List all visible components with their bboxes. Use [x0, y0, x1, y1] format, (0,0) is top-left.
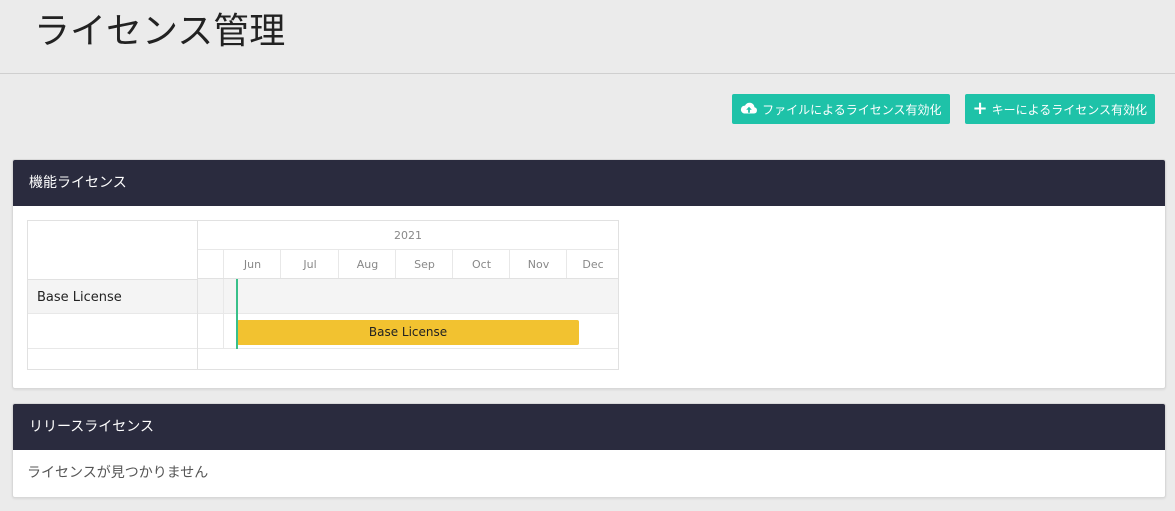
gantt-month-nov: Nov [509, 250, 567, 278]
cloud-upload-icon [740, 102, 758, 116]
empty-state-text: ライセンスが見つかりません [27, 465, 209, 481]
release-license-panel: リリースライセンス ライセンスが見つかりません [12, 403, 1166, 498]
license-gantt-chart: Base License 2021 Jun Jul Aug Sep Oct Nov Dec … [27, 220, 619, 370]
gantt-bar-base-license[interactable]: Base License [237, 320, 579, 345]
activate-by-key-button[interactable]: + キーによるライセンス有効化 [964, 94, 1155, 124]
gantt-label-column: Base License [28, 221, 198, 369]
gantt-divider [223, 279, 224, 349]
gantt-year-header: 2021 [198, 221, 618, 250]
toolbar: ファイルによるライセンス有効化 + キーによるライセンス有効化 [732, 94, 1155, 124]
activate-by-file-label: ファイルによるライセンス有効化 [762, 102, 942, 117]
gantt-today-marker [236, 279, 238, 349]
gantt-row-label: Base License [28, 279, 197, 314]
page-header: ライセンス管理 [0, 0, 1175, 74]
gantt-month-oct: Oct [452, 250, 510, 278]
activate-by-file-button[interactable]: ファイルによるライセンス有効化 [732, 94, 950, 124]
gantt-month-dec: Dec [566, 250, 619, 278]
gantt-month-header: Jun Jul Aug Sep Oct Nov Dec [198, 250, 618, 279]
gantt-month-aug: Aug [338, 250, 396, 278]
gantt-month-jun: Jun [223, 250, 281, 278]
gantt-month-sep: Sep [395, 250, 453, 278]
gantt-row-timeline [198, 279, 618, 314]
gantt-month-jul: Jul [280, 250, 339, 278]
gantt-row-label-empty [28, 315, 197, 349]
activate-by-key-label: キーによるライセンス有効化 [991, 102, 1147, 117]
plus-icon: + [972, 98, 988, 119]
gantt-timeline: 2021 Jun Jul Aug Sep Oct Nov Dec Base License [198, 221, 618, 369]
feature-license-panel-title: 機能ライセンス [13, 160, 1165, 206]
release-license-panel-title: リリースライセンス [13, 404, 1165, 450]
page-title: ライセンス管理 [34, 11, 286, 52]
feature-license-panel: 機能ライセンス Base License 2021 Jun Jul Aug Sep Oc… [12, 159, 1166, 389]
